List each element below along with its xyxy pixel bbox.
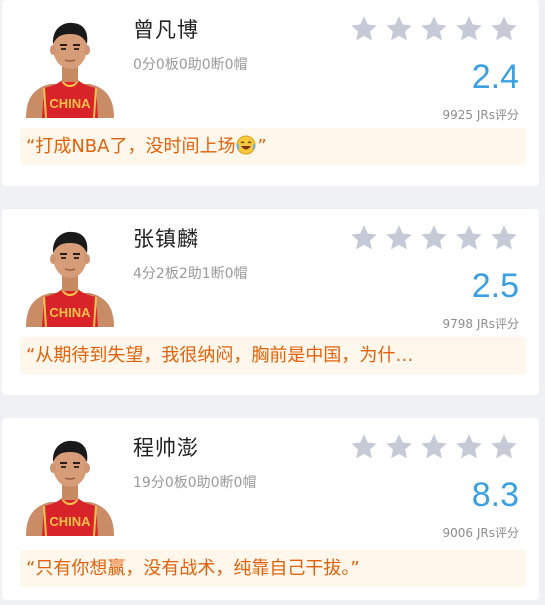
- average-score: 2.5: [471, 267, 519, 305]
- star-icon[interactable]: [419, 432, 449, 462]
- rating-count: 9798 JRs评分: [442, 317, 519, 331]
- jersey-text: CHINA: [49, 305, 91, 320]
- rating-stars[interactable]: [349, 432, 519, 462]
- player-stats: 4分2板2助1断0帽: [133, 266, 248, 282]
- star-icon[interactable]: [349, 14, 379, 44]
- player-stats: 19分0板0助0断0帽: [133, 475, 257, 491]
- star-icon[interactable]: [454, 14, 484, 44]
- player-name[interactable]: 曾凡博: [133, 14, 199, 44]
- rating-count: 9925 JRs评分: [442, 108, 519, 122]
- player-avatar-frame[interactable]: CHINA: [20, 14, 120, 118]
- player-avatar-frame[interactable]: CHINA: [20, 223, 120, 327]
- player-avatar-frame[interactable]: CHINA: [20, 432, 120, 536]
- rating-stars[interactable]: [349, 223, 519, 253]
- player-card[interactable]: CHINA 曾凡博 0分0板0助0断0帽 2.4 9925 JRs评分 “打成NBA了，没…: [2, 0, 539, 186]
- star-icon[interactable]: [384, 223, 414, 253]
- hot-comment[interactable]: “打成NBA了，没时间上场 ”: [20, 128, 526, 165]
- rating-stars[interactable]: [349, 14, 519, 44]
- comment-text: “打成NBA了，没时间上场: [26, 136, 236, 157]
- comment-text: “只有你想赢，没有战术，纯靠自己干拔。”: [26, 558, 360, 579]
- player-name[interactable]: 程帅澎: [133, 432, 199, 462]
- comment-close-quote: ”: [257, 136, 267, 157]
- jersey-text: CHINA: [49, 514, 91, 529]
- player-card[interactable]: CHINA 张镇麟 4分2板2助1断0帽 2.5 9798 JRs评分 “从期待到失望，我…: [2, 209, 539, 395]
- player-avatar[interactable]: CHINA: [20, 432, 120, 536]
- average-score: 2.4: [471, 58, 519, 96]
- player-avatar[interactable]: CHINA: [20, 223, 120, 327]
- player-card[interactable]: CHINA 程帅澎 19分0板0助0断0帽 8.3 9006 JRs评分 “只有你想赢，没…: [2, 418, 539, 600]
- hot-comment[interactable]: “从期待到失望，我很纳闷，胸前是中国，为什…: [20, 337, 526, 374]
- crying-laughing-emoji-icon: [236, 131, 256, 165]
- average-score: 8.3: [471, 476, 519, 514]
- player-avatar[interactable]: CHINA: [20, 14, 120, 118]
- star-icon[interactable]: [489, 223, 519, 253]
- star-icon[interactable]: [419, 14, 449, 44]
- player-name[interactable]: 张镇麟: [133, 223, 199, 253]
- star-icon[interactable]: [454, 432, 484, 462]
- star-icon[interactable]: [454, 223, 484, 253]
- star-icon[interactable]: [384, 14, 414, 44]
- rating-count: 9006 JRs评分: [442, 526, 519, 540]
- star-icon[interactable]: [419, 223, 449, 253]
- hot-comment[interactable]: “只有你想赢，没有战术，纯靠自己干拔。”: [20, 550, 526, 587]
- star-icon[interactable]: [349, 223, 379, 253]
- player-stats: 0分0板0助0断0帽: [133, 57, 248, 73]
- star-icon[interactable]: [349, 432, 379, 462]
- star-icon[interactable]: [384, 432, 414, 462]
- comment-text: “从期待到失望，我很纳闷，胸前是中国，为什…: [26, 345, 414, 366]
- jersey-text: CHINA: [49, 96, 91, 111]
- star-icon[interactable]: [489, 14, 519, 44]
- player-rating-list: CHINA 曾凡博 0分0板0助0断0帽 2.4 9925 JRs评分 “打成NBA了，没…: [0, 0, 545, 605]
- star-icon[interactable]: [489, 432, 519, 462]
